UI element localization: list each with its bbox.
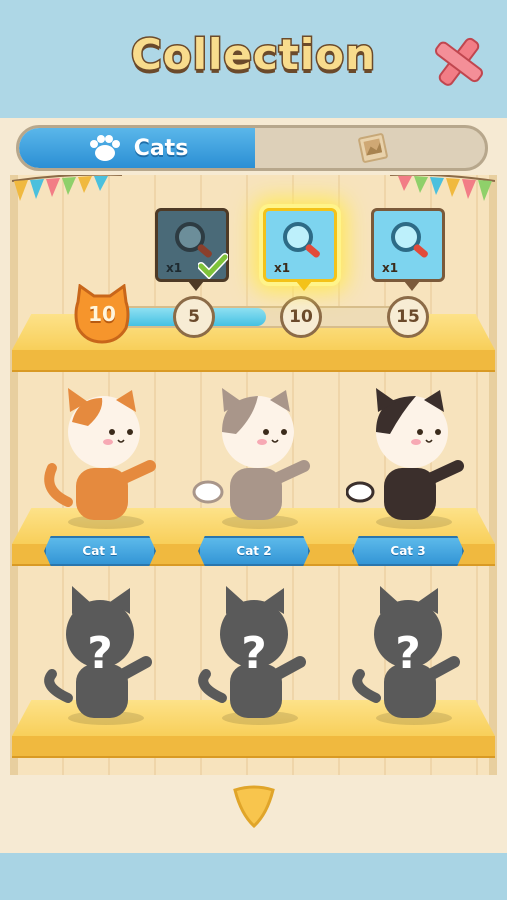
cat-1-name: Cat 1 bbox=[44, 536, 156, 566]
reward-count: x1 bbox=[382, 261, 399, 275]
locked-cat-3[interactable]: ? bbox=[346, 578, 476, 728]
progress-bar bbox=[116, 306, 416, 328]
locked-cat-1[interactable]: ? bbox=[38, 578, 168, 728]
cat-2-name: Cat 2 bbox=[198, 536, 310, 566]
question-mark: ? bbox=[87, 628, 113, 679]
question-mark: ? bbox=[241, 628, 267, 679]
cat-1-figure[interactable] bbox=[38, 382, 168, 532]
milestone-5: 5 bbox=[173, 296, 215, 338]
photo-icon bbox=[358, 133, 388, 163]
reward-count: x1 bbox=[166, 261, 183, 275]
cat-2-figure[interactable] bbox=[192, 382, 322, 532]
tab-photos[interactable] bbox=[255, 128, 485, 168]
milestone-10: 10 bbox=[280, 296, 322, 338]
close-icon[interactable] bbox=[428, 32, 488, 92]
tab-cats-label: Cats bbox=[133, 135, 189, 161]
cat-3-name: Cat 3 bbox=[352, 536, 464, 566]
milestone-15: 15 bbox=[387, 296, 429, 338]
magnifier-icon bbox=[283, 222, 320, 258]
locked-cat-2[interactable]: ? bbox=[192, 578, 322, 728]
reward-10-available[interactable]: x1 bbox=[263, 208, 337, 291]
current-level: 10 bbox=[88, 302, 116, 326]
checkmark-icon bbox=[198, 253, 228, 279]
bunting-left bbox=[12, 175, 122, 201]
scroll-down-icon[interactable] bbox=[231, 784, 277, 830]
cat-3-figure[interactable] bbox=[346, 382, 476, 532]
tab-cats[interactable]: Cats bbox=[19, 128, 255, 168]
magnifier-icon bbox=[391, 222, 428, 258]
footer-bar bbox=[0, 853, 507, 900]
paw-icon bbox=[89, 135, 120, 161]
reward-5-claimed[interactable]: x1 bbox=[155, 208, 229, 291]
reward-15-locked[interactable]: x1 bbox=[371, 208, 445, 291]
category-tabs: Cats bbox=[16, 125, 488, 171]
reward-count: x1 bbox=[274, 261, 291, 275]
question-mark: ? bbox=[395, 628, 421, 679]
